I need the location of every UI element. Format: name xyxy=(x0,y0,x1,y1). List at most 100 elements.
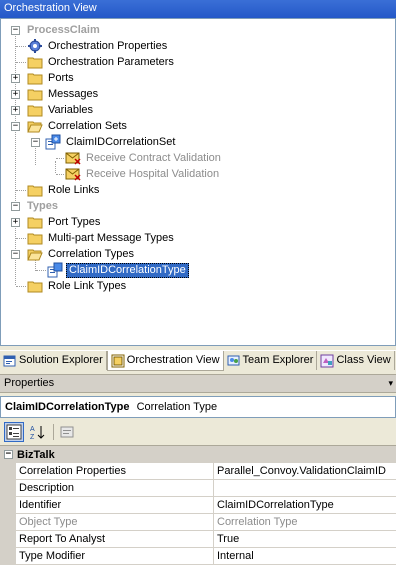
grid-gutter xyxy=(0,480,16,497)
tree-label: ClaimIDCorrelationType xyxy=(66,262,189,278)
property-value[interactable]: True xyxy=(214,531,396,548)
property-value[interactable]: Parallel_Convoy.ValidationClaimID xyxy=(214,463,396,480)
tree-label: Role Link Types xyxy=(48,280,127,292)
tab-team-explorer[interactable]: Team Explorer xyxy=(224,351,318,370)
receive-shape-icon xyxy=(65,168,81,181)
property-pages-button[interactable] xyxy=(57,422,77,442)
property-name: Report To Analyst xyxy=(16,531,214,548)
open-folder-icon xyxy=(27,249,43,261)
property-name: Correlation Properties xyxy=(16,463,214,480)
alphabetical-button[interactable]: AZ xyxy=(27,422,47,442)
folder-icon xyxy=(27,105,43,117)
tree-item-correlation-types[interactable]: Correlation Types xyxy=(27,246,136,262)
tree-item-types[interactable]: Types xyxy=(25,198,60,214)
tree-line xyxy=(16,190,26,191)
svg-text:Z: Z xyxy=(30,434,35,440)
category-biztalk[interactable]: − BizTalk xyxy=(0,446,396,463)
property-row[interactable]: Type Modifier Internal xyxy=(0,548,396,565)
property-value[interactable]: Internal xyxy=(214,548,396,565)
tree-label: Receive Hospital Validation xyxy=(86,168,220,180)
property-row[interactable]: Report To Analyst True xyxy=(0,531,396,548)
expand-port-types-button[interactable]: + xyxy=(11,218,20,227)
property-pages-icon xyxy=(60,426,74,438)
expand-variables-button[interactable]: + xyxy=(11,106,20,115)
expand-ports-button[interactable]: + xyxy=(11,74,20,83)
pin-icon[interactable]: ▾ xyxy=(388,378,393,389)
tab-orchestration-view[interactable]: Orchestration View xyxy=(106,351,224,371)
property-name: Description xyxy=(16,480,214,497)
object-name: ClaimIDCorrelationType xyxy=(5,401,130,413)
solution-explorer-icon xyxy=(3,355,16,366)
property-name: Object Type xyxy=(16,514,214,531)
categorized-button[interactable] xyxy=(4,422,24,442)
property-row[interactable]: Object Type Correlation Type xyxy=(0,514,396,531)
tree-line xyxy=(16,286,26,287)
property-value[interactable]: ClaimIDCorrelationType xyxy=(214,497,396,514)
property-row[interactable]: Description xyxy=(0,480,396,497)
orchestration-view-icon xyxy=(111,354,125,367)
folder-icon xyxy=(27,185,43,197)
open-folder-icon xyxy=(27,121,43,133)
expand-messages-button[interactable]: + xyxy=(11,90,20,99)
tab-label: Orchestration View xyxy=(126,354,220,366)
tree-label: Role Links xyxy=(48,184,100,196)
object-selector[interactable]: ClaimIDCorrelationType Correlation Type xyxy=(0,396,396,418)
property-name: Identifier xyxy=(16,497,214,514)
tree-item-receive-contract[interactable]: Receive Contract Validation xyxy=(65,150,223,166)
tree-item-port-types[interactable]: Port Types xyxy=(27,214,102,230)
tree-line xyxy=(35,145,36,165)
tree-item-messages[interactable]: Messages xyxy=(27,86,100,102)
tree-item-ports[interactable]: Ports xyxy=(27,70,76,86)
tree-label: Orchestration Properties xyxy=(48,40,168,52)
folder-icon xyxy=(27,233,43,245)
tree-item-processclaim[interactable]: ProcessClaim xyxy=(25,22,102,38)
tree-label: Correlation Types xyxy=(48,248,135,260)
tree-label: Messages xyxy=(48,88,99,100)
grid-gutter xyxy=(0,531,16,548)
collapse-types-button[interactable]: − xyxy=(11,202,20,211)
tree-line xyxy=(15,33,16,205)
receive-shape-icon xyxy=(65,152,81,165)
tree-label: Multi-part Message Types xyxy=(48,232,174,244)
collapse-claim-set-button[interactable]: − xyxy=(31,138,40,147)
tree-item-role-links[interactable]: Role Links xyxy=(27,182,101,198)
tree-line xyxy=(16,62,26,63)
tree-item-variables[interactable]: Variables xyxy=(27,102,95,118)
tree-label: Ports xyxy=(48,72,74,84)
property-row[interactable]: Correlation Properties Parallel_Convoy.V… xyxy=(0,463,396,480)
property-grid: − BizTalk Correlation Properties Paralle… xyxy=(0,445,396,568)
property-value: Correlation Type xyxy=(214,514,396,531)
tree-item-orch-parameters[interactable]: Orchestration Parameters xyxy=(27,54,176,70)
tab-solution-explorer[interactable]: Solution Explorer xyxy=(0,351,107,370)
folder-icon xyxy=(27,73,43,85)
tree-item-orch-properties[interactable]: Orchestration Properties xyxy=(27,38,169,54)
categorized-icon xyxy=(6,424,22,440)
tree-line xyxy=(16,238,26,239)
orchestration-tree[interactable]: − ProcessClaim Orchestration Properties … xyxy=(0,18,396,346)
tree-label: Correlation Sets xyxy=(48,120,127,132)
folder-icon xyxy=(27,217,43,229)
collapse-correlation-types-button[interactable]: − xyxy=(11,250,20,259)
properties-toolbar: AZ xyxy=(0,420,396,444)
tree-line xyxy=(55,161,56,173)
tree-item-claim-type[interactable]: ClaimIDCorrelationType xyxy=(47,262,189,278)
tab-class-view[interactable]: Class View xyxy=(317,351,395,370)
tree-label: Receive Contract Validation xyxy=(86,152,221,164)
collapse-category-button[interactable]: − xyxy=(4,450,13,459)
tree-item-role-link-types[interactable]: Role Link Types xyxy=(27,278,128,294)
sort-alphabetical-icon: AZ xyxy=(30,426,45,440)
property-name: Type Modifier xyxy=(16,548,214,565)
tree-label: Port Types xyxy=(48,216,101,228)
tree-label: ClaimIDCorrelationSet xyxy=(66,136,176,148)
tree-line xyxy=(56,158,64,159)
tree-label: Types xyxy=(27,200,58,212)
property-value[interactable] xyxy=(214,480,396,497)
team-explorer-icon xyxy=(227,355,240,365)
collapse-process-button[interactable]: − xyxy=(11,26,20,35)
tree-item-receive-hospital[interactable]: Receive Hospital Validation xyxy=(65,166,221,182)
collapse-correlation-sets-button[interactable]: − xyxy=(11,122,20,131)
property-row[interactable]: Identifier ClaimIDCorrelationType xyxy=(0,497,396,514)
tree-item-claim-set[interactable]: ClaimIDCorrelationSet xyxy=(45,134,177,150)
tree-item-multipart[interactable]: Multi-part Message Types xyxy=(27,230,176,246)
tree-item-correlation-sets[interactable]: Correlation Sets xyxy=(27,118,129,134)
